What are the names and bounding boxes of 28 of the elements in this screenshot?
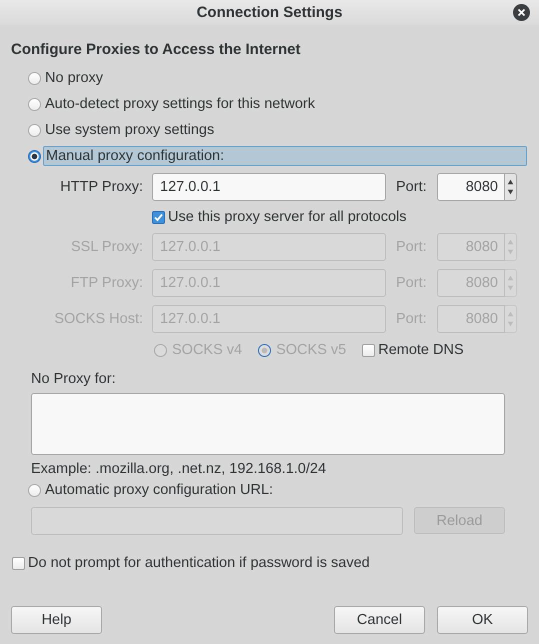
- checkbox[interactable]: [362, 344, 376, 356]
- radio-button[interactable]: [28, 72, 41, 84]
- proxy-field[interactable]: 127.0.0.1: [152, 173, 386, 201]
- stepper-icon[interactable]: [505, 173, 517, 201]
- dialog-button[interactable]: OK: [437, 606, 528, 634]
- option-label[interactable]: Manual proxy configuration:: [43, 146, 527, 166]
- field-label: No Proxy for:: [31, 371, 117, 387]
- checkbox-label[interactable]: Use this proxy server for all protocols: [168, 209, 407, 225]
- window-title: Connection Settings: [196, 4, 342, 21]
- field-label: HTTP Proxy:: [59, 179, 143, 195]
- option-label[interactable]: No proxy: [43, 69, 106, 87]
- radio-button[interactable]: [28, 150, 41, 162]
- dialog-button[interactable]: Help: [11, 606, 102, 634]
- dialog-button[interactable]: Cancel: [334, 606, 425, 634]
- radio-button[interactable]: [28, 124, 41, 136]
- checkbox[interactable]: [12, 556, 25, 570]
- option-label[interactable]: Use system proxy settings: [43, 121, 216, 139]
- field-label: Port:: [396, 179, 428, 195]
- radio-button[interactable]: [28, 98, 41, 110]
- option-label[interactable]: Auto-detect proxy settings for this network: [43, 95, 317, 113]
- checkbox-label[interactable]: Remote DNS: [378, 342, 464, 358]
- checkbox-label[interactable]: Do not prompt for authentication if password is saved: [28, 555, 370, 571]
- section-heading: Configure Proxies to Access the Internet: [11, 41, 302, 60]
- no-proxy-field[interactable]: [31, 393, 505, 455]
- port-field[interactable]: 8080: [437, 173, 505, 201]
- hint-text: Example: .mozilla.org, .net.nz, 192.168.1.0/24: [31, 461, 328, 477]
- close-icon[interactable]: [513, 4, 530, 21]
- checkbox[interactable]: [152, 210, 165, 224]
